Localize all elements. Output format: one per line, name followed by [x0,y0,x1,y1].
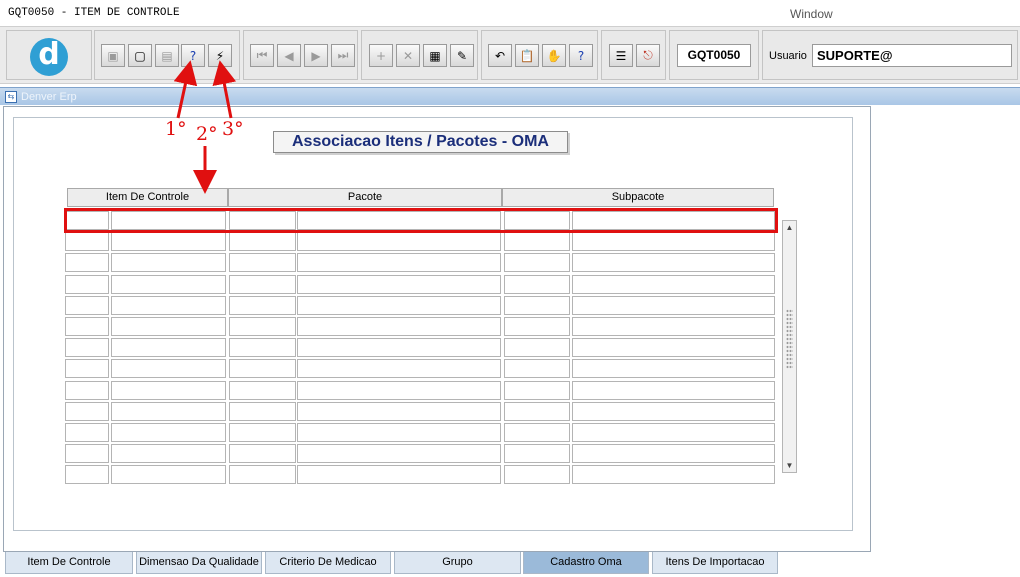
tab-item-de-controle[interactable]: Item De Controle [5,552,133,574]
tab-criterio-de-medicao[interactable]: Criterio De Medicao [265,552,391,574]
annotation-label-2: 2° [196,123,218,145]
tab-cadastro-oma[interactable]: Cadastro Oma [523,552,649,574]
annotation-label-1: 1° [165,118,187,140]
annotation-overlay [173,60,237,194]
annotation-label-3: 3° [222,118,244,140]
arrow-3 [212,60,237,119]
tab-itens-de-importacao[interactable]: Itens De Importacao [652,552,778,574]
tab-bar: Item De Controle Dimensao Da Qualidade C… [0,552,1020,577]
arrow-1 [173,60,198,119]
tab-dimensao-da-qualidade[interactable]: Dimensao Da Qualidade [136,552,262,574]
tab-grupo[interactable]: Grupo [394,552,521,574]
